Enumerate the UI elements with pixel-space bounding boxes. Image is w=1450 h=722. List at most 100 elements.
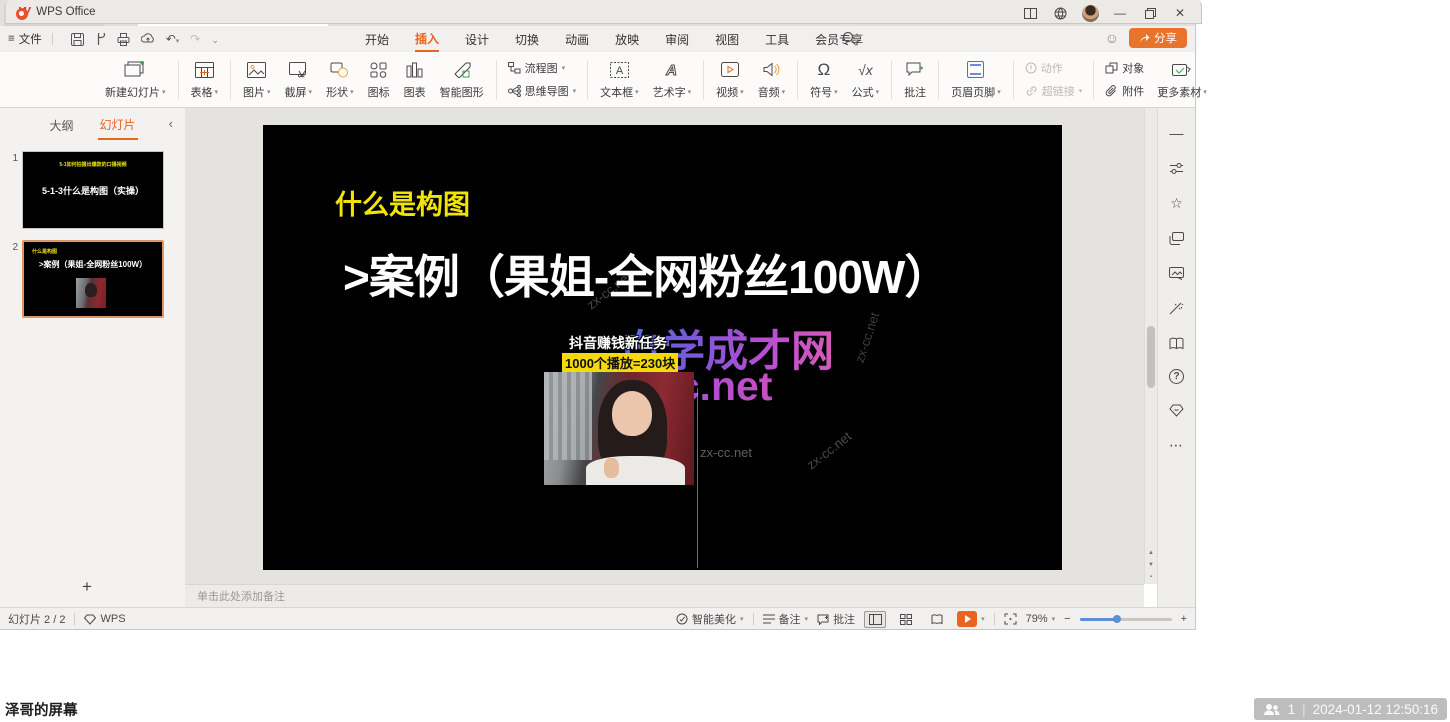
close-button[interactable]: ✕ — [1165, 0, 1195, 26]
zoom-slider-knob[interactable] — [1113, 615, 1121, 623]
minimize-button[interactable]: — — [1105, 0, 1135, 26]
slide-thumbnail-2[interactable]: 什么是构图 >案例（果姐-全网粉丝100W） — [22, 240, 164, 318]
add-slide-button[interactable]: + — [82, 577, 92, 597]
zoom-level[interactable]: 79%▾ — [1026, 613, 1056, 625]
redo-icon[interactable]: ↷ — [190, 32, 200, 46]
wps-ai-badge[interactable]: WPS — [84, 613, 125, 625]
ribbon-item-chart[interactable]: 图表 — [397, 60, 433, 100]
zoom-in-button[interactable]: + — [1181, 613, 1187, 625]
split-view-button[interactable] — [1015, 0, 1045, 26]
ribbon-item-screenshot[interactable]: 截屏▾ — [278, 60, 320, 100]
slide-thumbnail-1[interactable]: 5-1如何拍摄出爆款的口播视频 5-1-3什么是构图（实操） — [22, 151, 164, 229]
strip-docer-icon[interactable] — [1168, 401, 1186, 419]
normal-view-button[interactable] — [864, 611, 886, 628]
scrollbar-thumb[interactable] — [1147, 326, 1155, 388]
ribbon-item-new-slide[interactable]: 新建幻灯片▾ — [98, 60, 173, 100]
zoom-slider[interactable] — [1080, 618, 1172, 621]
ribbon-item-picture[interactable]: 图片▾ — [236, 60, 278, 100]
strip-notebook-icon[interactable] — [1168, 334, 1186, 352]
action-icon — [1025, 62, 1037, 74]
strip-collapse-icon[interactable]: — — [1168, 124, 1186, 142]
restore-button[interactable] — [1135, 0, 1165, 26]
scroll-split-icon[interactable]: ▪ — [1150, 574, 1152, 580]
tab-slides[interactable]: 幻灯片 — [98, 109, 138, 140]
ribbon-item-object[interactable]: 对象 — [1105, 60, 1144, 76]
tab-transition[interactable]: 切换 — [515, 26, 539, 52]
quickbar-more-icon[interactable]: ⌄ — [211, 32, 219, 46]
zoom-out-button[interactable]: − — [1064, 613, 1070, 625]
ribbon-item-attachment[interactable]: 附件 — [1105, 83, 1144, 99]
ribbon-item-smart-graphic[interactable]: 智能图形 — [433, 60, 491, 100]
ribbon-item-textbox[interactable]: A 文本框▾ — [593, 60, 646, 100]
ribbon-item-hyperlink[interactable]: 超链接▾ — [1025, 83, 1083, 99]
reading-view-button[interactable] — [926, 611, 948, 628]
ribbon-item-audio[interactable]: 音频▾ — [751, 60, 793, 100]
viewer-count: 1 — [1288, 702, 1296, 717]
print-preview-icon[interactable] — [95, 33, 106, 46]
ribbon-item-table[interactable]: 表格▾ — [184, 60, 226, 100]
photo-person-hand — [604, 458, 619, 478]
ribbon-item-video[interactable]: 视频▾ — [709, 60, 751, 100]
slide-eyebrow-text[interactable]: 什么是构图 — [335, 183, 470, 222]
previous-slide-icon[interactable]: ▲ — [1148, 550, 1154, 556]
globe-button[interactable] — [1045, 0, 1075, 26]
strip-assets-icon[interactable] — [1168, 264, 1186, 282]
status-bar: 幻灯片 2 / 2 WPS 智能美化▾ 备注▾ — [0, 607, 1195, 629]
slide-thumbnail-row-1: 1 5-1如何拍摄出爆款的口播视频 5-1-3什么是构图（实操） — [8, 151, 179, 229]
thumb2-photo — [76, 278, 106, 308]
slide-title-text[interactable]: >案例（果姐-全网粉丝100W） — [343, 241, 949, 307]
collapse-panel-icon[interactable]: ‹ — [169, 116, 173, 131]
ribbon-item-symbol[interactable]: Ω 符号▾ — [803, 60, 845, 100]
tab-review[interactable]: 审阅 — [665, 26, 689, 52]
strip-more-icon[interactable]: ⋯ — [1168, 436, 1186, 454]
strip-settings-icon[interactable] — [1168, 159, 1186, 177]
ribbon-item-action[interactable]: 动作 — [1025, 60, 1083, 76]
strip-layers-icon[interactable] — [1168, 229, 1186, 247]
search-icon[interactable] — [842, 31, 856, 45]
more-assets-icon — [1172, 60, 1191, 80]
zoom-slider-fill — [1080, 618, 1115, 621]
fit-slide-button[interactable] — [1004, 613, 1017, 625]
slide-sorter-view-button[interactable] — [895, 611, 917, 628]
current-slide[interactable]: zx-cc.net 什么是构图 >案例（果姐-全网粉丝100W） 自学成才网 z… — [263, 125, 1062, 570]
save-icon[interactable] — [71, 33, 84, 46]
ribbon-item-wordart[interactable]: A 艺术字▾ — [646, 60, 699, 100]
undo-icon[interactable]: ↶▾ — [166, 32, 180, 46]
ribbon-item-comment[interactable]: 批注 — [897, 60, 933, 100]
play-slideshow-button[interactable]: ▾ — [957, 611, 985, 627]
smart-beautify-button[interactable]: 智能美化▾ — [676, 611, 744, 627]
editing-canvas[interactable]: zx-cc.net 什么是构图 >案例（果姐-全网粉丝100W） 自学成才网 z… — [185, 108, 1144, 584]
tab-outline[interactable]: 大纲 — [47, 110, 75, 139]
ribbon-item-header-footer[interactable]: 页眉页脚▾ — [944, 60, 1008, 100]
notes-button[interactable]: 备注▾ — [763, 611, 809, 627]
tab-animation[interactable]: 动画 — [565, 26, 589, 52]
strip-help-icon[interactable]: ? — [1169, 369, 1184, 384]
feedback-icon[interactable]: ☺ — [1105, 30, 1119, 46]
notes-bar[interactable]: 单击此处添加备注 — [185, 584, 1144, 607]
tab-view[interactable]: 视图 — [715, 26, 739, 52]
tab-home[interactable]: 开始 — [365, 26, 389, 52]
tab-insert[interactable]: 插入 — [415, 26, 439, 52]
slide-photo[interactable] — [544, 372, 694, 485]
photo-person-face — [612, 391, 653, 436]
cloud-sync-icon[interactable] — [141, 33, 155, 45]
ribbon-item-more-assets[interactable]: 更多素材▾ — [1150, 60, 1214, 100]
ribbon-item-formula[interactable]: √x 公式▾ — [845, 60, 887, 100]
next-slide-icon[interactable]: ▼ — [1148, 562, 1154, 568]
ribbon-item-mindmap[interactable]: 思维导图▾ — [508, 83, 577, 99]
share-button[interactable]: 分享 — [1129, 28, 1187, 48]
strip-favorites-icon[interactable]: ☆ — [1168, 194, 1186, 212]
thumb2-title: >案例（果姐-全网粉丝100W） — [24, 259, 162, 270]
tab-slideshow[interactable]: 放映 — [615, 26, 639, 52]
account-avatar[interactable] — [1075, 0, 1105, 26]
comments-button[interactable]: 批注 — [817, 611, 855, 627]
print-icon[interactable] — [117, 33, 130, 46]
ribbon-item-icon-library[interactable]: 图标 — [361, 60, 397, 100]
ribbon-item-flowchart[interactable]: 流程图▾ — [508, 60, 577, 76]
vertical-scrollbar[interactable]: ▲ ▼ ▪ — [1144, 108, 1157, 584]
strip-beautify-icon[interactable] — [1168, 299, 1186, 317]
tab-design[interactable]: 设计 — [465, 26, 489, 52]
ribbon-item-shape[interactable]: 形状▾ — [319, 60, 361, 100]
file-menu[interactable]: ≡ 文件 — [8, 31, 42, 47]
tab-tools[interactable]: 工具 — [765, 26, 789, 52]
